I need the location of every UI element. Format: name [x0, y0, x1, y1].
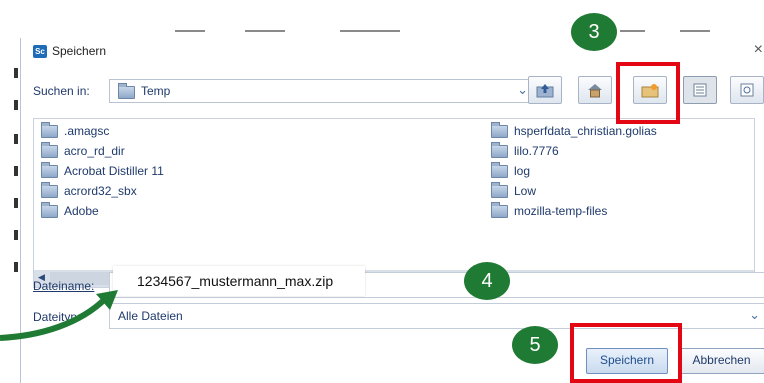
highlight-new-folder: [616, 62, 680, 124]
folder-icon: [118, 83, 135, 99]
dialog-title: Speichern: [52, 44, 107, 58]
folder-item[interactable]: Low: [491, 182, 536, 199]
folder-icon: [41, 162, 58, 179]
folder-icon: [41, 202, 58, 219]
filename-value: 1234567_mustermann_max.zip: [137, 273, 334, 289]
lookin-label: Suchen in:: [33, 84, 90, 98]
folder-item[interactable]: Adobe: [41, 202, 99, 219]
chevron-down-icon: ⌄: [517, 82, 528, 97]
folder-item[interactable]: log: [491, 162, 530, 179]
title-bar: Sc Speichern ×: [21, 38, 764, 64]
folder-item[interactable]: acrord32_sbx: [41, 182, 137, 199]
folder-icon: [41, 142, 58, 159]
home-icon: [588, 83, 602, 98]
folder-item[interactable]: hsperfdata_christian.golias: [491, 122, 657, 139]
folder-icon: [41, 122, 58, 139]
highlight-save-button: [570, 323, 682, 383]
folder-icon: [491, 182, 508, 199]
folder-icon: [491, 142, 508, 159]
filename-callout: 1234567_mustermann_max.zip: [113, 266, 365, 296]
up-folder-icon: [536, 83, 554, 98]
home-button[interactable]: [578, 76, 612, 104]
background-line: [175, 30, 205, 32]
callout-arrow: [0, 290, 118, 341]
lookin-combo[interactable]: Temp ⌄: [109, 79, 535, 103]
folder-item[interactable]: lilo.7776: [491, 142, 559, 159]
folder-icon: [491, 202, 508, 219]
folder-item[interactable]: acro_rd_dir: [41, 142, 125, 159]
list-view-icon: [693, 83, 707, 97]
folder-icon: [491, 162, 508, 179]
app-icon: Sc: [33, 45, 47, 58]
folder-icon: [41, 182, 58, 199]
up-folder-button[interactable]: [528, 76, 562, 104]
background-line: [680, 30, 710, 32]
background-line: [340, 30, 400, 32]
background-line: [245, 30, 285, 32]
chevron-down-icon: ⌄: [749, 307, 760, 322]
folder-item[interactable]: .amagsc: [41, 122, 109, 139]
list-view-button[interactable]: [683, 76, 717, 104]
step-3-badge: 3: [571, 13, 617, 51]
background-window-strip: [0, 0, 764, 38]
folder-item[interactable]: mozilla-temp-files: [491, 202, 607, 219]
details-view-button[interactable]: [730, 76, 764, 104]
folder-item[interactable]: Acrobat Distiller 11: [41, 162, 164, 179]
cancel-button[interactable]: Abbrechen: [678, 348, 764, 374]
background-line: [620, 30, 645, 32]
folder-icon: [491, 122, 508, 139]
close-icon[interactable]: ×: [754, 41, 763, 59]
file-list: .amagsc acro_rd_dir Acrobat Distiller 11…: [33, 118, 755, 288]
details-view-icon: [740, 83, 754, 97]
step-5-badge: 5: [512, 326, 558, 364]
step-4-badge: 4: [464, 262, 510, 300]
lookin-value: Temp: [141, 84, 171, 98]
